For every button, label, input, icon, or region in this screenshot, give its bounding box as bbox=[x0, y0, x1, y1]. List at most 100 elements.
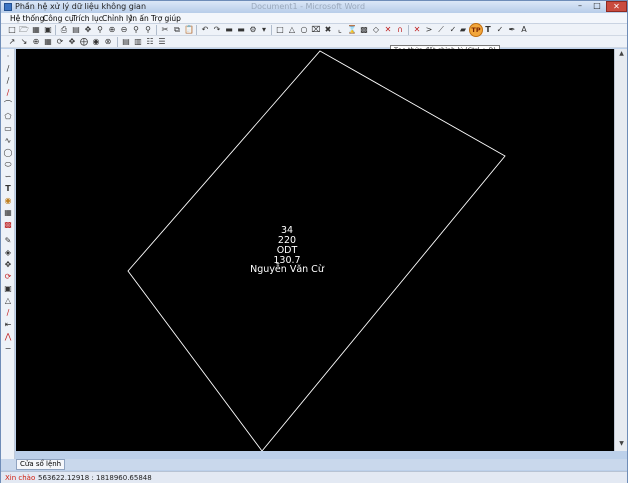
paste-icon[interactable]: 📋 bbox=[184, 25, 194, 35]
cross-box-tool-icon[interactable]: ⌧ bbox=[311, 25, 321, 35]
diamond-tool-icon[interactable]: ◇ bbox=[371, 25, 381, 35]
create-parcel-tool-button[interactable]: TP bbox=[469, 23, 483, 37]
mirror-object-icon[interactable]: △ bbox=[3, 296, 13, 306]
background-window-title: Document1 - Microsoft Word bbox=[251, 2, 366, 11]
command-tab-bar: Cửa sổ lệnh bbox=[1, 459, 627, 470]
center-icon[interactable]: ⨁ bbox=[79, 37, 89, 47]
diamond-cross-tool-icon[interactable]: ✖ bbox=[323, 25, 333, 35]
minimize-button[interactable]: – bbox=[572, 1, 588, 12]
delete-node-tool-icon[interactable]: ✕ bbox=[383, 25, 393, 35]
target-icon[interactable]: ⊗ bbox=[103, 37, 113, 47]
angle-tool-icon[interactable]: > bbox=[424, 25, 434, 35]
maximize-button[interactable]: □ bbox=[589, 1, 605, 12]
scroll-down-icon[interactable]: ▼ bbox=[617, 440, 626, 449]
cut-icon[interactable]: ✂ bbox=[160, 25, 170, 35]
triangle-tool-icon[interactable]: △ bbox=[287, 25, 297, 35]
menu-chinh-ly[interactable]: Chỉnh lý bbox=[102, 14, 133, 23]
print-icon[interactable]: ⎙ bbox=[59, 25, 69, 35]
pan-icon[interactable]: ✥ bbox=[83, 25, 93, 35]
save-icon[interactable]: ▦ bbox=[31, 25, 41, 35]
circle-tool-icon[interactable]: ○ bbox=[299, 25, 309, 35]
print-preview-icon[interactable]: ▤ bbox=[71, 25, 81, 35]
open-folder-icon[interactable]: 🗁 bbox=[19, 25, 29, 35]
node-edit-icon[interactable]: ◈ bbox=[3, 248, 13, 258]
new-file-icon[interactable]: □ bbox=[7, 25, 17, 35]
map-canvas[interactable]: 34 220 ODT 130.7 Nguyễn Văn Cừ bbox=[16, 49, 614, 452]
zoom-window-icon[interactable]: ⚲ bbox=[95, 25, 105, 35]
zoom-previous-icon[interactable]: ⚲ bbox=[143, 25, 153, 35]
rotate-object-icon[interactable]: ⟳ bbox=[3, 272, 13, 282]
rotate-icon[interactable]: ⟳ bbox=[55, 37, 65, 47]
fill-tool-icon[interactable]: ◉ bbox=[3, 196, 13, 206]
select-polygon-icon[interactable]: ↘ bbox=[19, 37, 29, 47]
point-icon[interactable]: ◉ bbox=[91, 37, 101, 47]
ellipse-tool-icon[interactable]: ⬭ bbox=[3, 160, 13, 170]
menu-he-thong[interactable]: Hệ thống bbox=[10, 14, 44, 23]
menu-trich-luc[interactable]: Trích lục bbox=[72, 14, 103, 23]
grid-icon[interactable]: ▦ bbox=[43, 37, 53, 47]
eraser-tool-icon[interactable]: ▰ bbox=[458, 25, 468, 35]
rectangle-tool-icon[interactable]: □ bbox=[275, 25, 285, 35]
trim-tool-icon[interactable]: ⋀ bbox=[3, 332, 13, 342]
settings-icon[interactable]: ⚙ bbox=[248, 25, 258, 35]
point-tool-icon[interactable]: · bbox=[3, 52, 13, 62]
circle-draw-icon[interactable]: ◯ bbox=[3, 148, 13, 158]
select-arrow-icon[interactable]: ↗ bbox=[7, 37, 17, 47]
status-greeting: Xin chào bbox=[5, 474, 36, 482]
rows-icon[interactable]: ☰ bbox=[157, 37, 167, 47]
corner-tool-icon[interactable]: ⌞ bbox=[335, 25, 345, 35]
redo-icon[interactable]: ↷ bbox=[212, 25, 222, 35]
menu-in-an[interactable]: In ấn bbox=[130, 14, 149, 23]
pen-tool-icon[interactable]: ✒ bbox=[507, 25, 517, 35]
move-icon[interactable]: ✥ bbox=[67, 37, 77, 47]
polyline-tool-icon[interactable]: ∕ bbox=[3, 76, 13, 86]
spline-tool-icon[interactable]: ∽ bbox=[3, 172, 13, 182]
command-window-tab[interactable]: Cửa sổ lệnh bbox=[16, 459, 66, 470]
snap-icon[interactable]: ⊕ bbox=[31, 37, 41, 47]
hourglass-tool-icon[interactable]: ⌛ bbox=[347, 25, 357, 35]
vertical-scrollbar[interactable]: ▲ ▼ bbox=[614, 49, 627, 451]
square-hatch-tool-icon[interactable]: ▩ bbox=[359, 25, 369, 35]
split-line-tool-icon[interactable]: ⟋ bbox=[436, 25, 446, 35]
parcel-outline bbox=[127, 50, 506, 452]
layer-panel-icon[interactable]: ▤ bbox=[121, 37, 131, 47]
break-tool-icon[interactable]: − bbox=[3, 344, 13, 354]
zoom-out-icon[interactable]: ⊖ bbox=[119, 25, 129, 35]
properties-icon[interactable]: ▥ bbox=[133, 37, 143, 47]
zoom-extent-icon[interactable]: ⚲ bbox=[131, 25, 141, 35]
menu-tro-giup[interactable]: Trợ giúp bbox=[151, 14, 181, 23]
delete-line-tool-icon[interactable]: ✕ bbox=[412, 25, 422, 35]
extend-tool-icon[interactable]: ⇤ bbox=[3, 320, 13, 330]
text-tool-icon[interactable]: T bbox=[483, 25, 493, 35]
save-as-icon[interactable]: ▣ bbox=[43, 25, 53, 35]
status-bar: Xin chào 563622.12918 : 1818960.65848 bbox=[1, 471, 627, 483]
layer-icon[interactable]: ▬ bbox=[236, 25, 246, 35]
font-tool-icon[interactable]: A bbox=[519, 25, 529, 35]
polyline-tool-icon[interactable]: ✓ bbox=[448, 25, 458, 35]
hatch-tool-icon[interactable]: ▦ bbox=[3, 208, 13, 218]
offset-tool-icon[interactable]: ∕ bbox=[3, 308, 13, 318]
text-edit-tool-icon[interactable]: ✓ bbox=[495, 25, 505, 35]
menu-cong-cu[interactable]: Công cụ bbox=[43, 14, 74, 23]
text-draw-icon[interactable]: T bbox=[3, 184, 13, 194]
measure-icon[interactable]: ▬ bbox=[224, 25, 234, 35]
block-tool-icon[interactable]: ▩ bbox=[3, 220, 13, 230]
zoom-in-icon[interactable]: ⊕ bbox=[107, 25, 117, 35]
arc-tool-icon[interactable]: ⌒ bbox=[3, 100, 13, 110]
polygon-tool-icon[interactable]: ⬠ bbox=[3, 112, 13, 122]
magnet-tool-icon[interactable]: ∩ bbox=[395, 25, 405, 35]
edit-pencil-icon[interactable]: ✎ bbox=[3, 236, 13, 246]
ruler-tool-icon[interactable]: ∕ bbox=[3, 88, 13, 98]
line-tool-icon[interactable]: ∕ bbox=[3, 64, 13, 74]
copy-icon[interactable]: ⧉ bbox=[172, 25, 182, 35]
scale-object-icon[interactable]: ▣ bbox=[3, 284, 13, 294]
close-button[interactable]: ✕ bbox=[606, 1, 627, 12]
rectangle-draw-icon[interactable]: ▭ bbox=[3, 124, 13, 134]
curve-tool-icon[interactable]: ∿ bbox=[3, 136, 13, 146]
columns-icon[interactable]: ☷ bbox=[145, 37, 155, 47]
title-bar: Phần hệ xử lý dữ liệu không gian Documen… bbox=[1, 1, 627, 13]
undo-icon[interactable]: ↶ bbox=[200, 25, 210, 35]
move-object-icon[interactable]: ✥ bbox=[3, 260, 13, 270]
scroll-up-icon[interactable]: ▲ bbox=[617, 50, 626, 59]
dropdown-icon[interactable]: ▾ bbox=[259, 25, 269, 35]
